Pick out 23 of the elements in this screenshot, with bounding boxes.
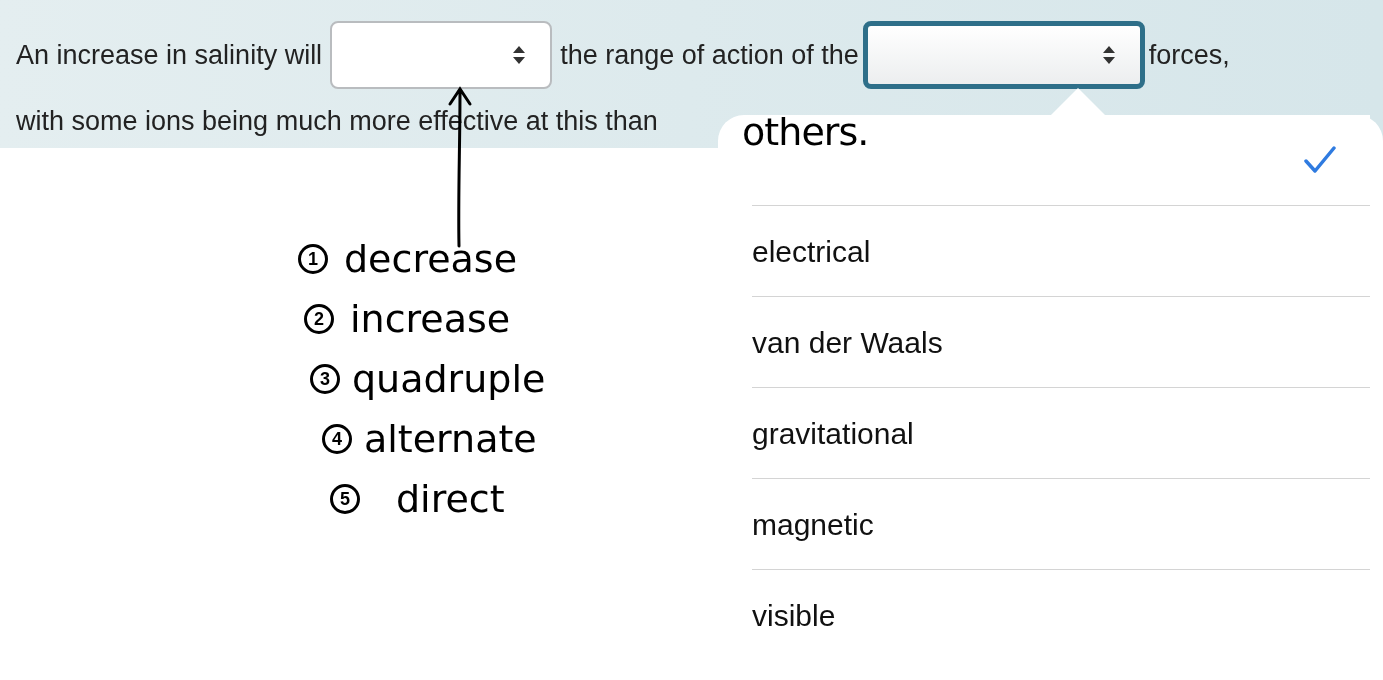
dropdown-option[interactable]: visible xyxy=(752,570,1370,661)
question-text: the range of action of the xyxy=(560,38,859,72)
circled-number: 2 xyxy=(304,304,334,334)
question-text: forces, xyxy=(1148,38,1230,72)
dropdown-option[interactable]: magnetic xyxy=(752,479,1370,570)
handwritten-word: others. xyxy=(742,109,869,156)
handwritten-word: quadruple xyxy=(352,356,546,402)
circled-number: 4 xyxy=(322,424,352,454)
sort-icon xyxy=(512,45,527,65)
checkmark-icon xyxy=(1304,146,1336,174)
handwritten-word: direct xyxy=(396,476,505,522)
handwritten-word: increase xyxy=(350,296,511,342)
dropdown-option[interactable]: electrical xyxy=(752,206,1370,297)
dropdown-option[interactable]: van der Waals xyxy=(752,297,1370,388)
circled-number: 1 xyxy=(298,244,328,274)
sort-icon xyxy=(1101,45,1116,65)
question-text: An increase in salinity will xyxy=(16,38,323,72)
dropdown-option[interactable]: gravitational xyxy=(752,388,1370,479)
handwritten-word: alternate xyxy=(364,416,537,462)
circled-number: 3 xyxy=(310,364,340,394)
dropdown-select[interactable] xyxy=(862,21,1145,89)
circled-number: 5 xyxy=(330,484,360,514)
handwritten-word: decrease xyxy=(344,236,518,282)
